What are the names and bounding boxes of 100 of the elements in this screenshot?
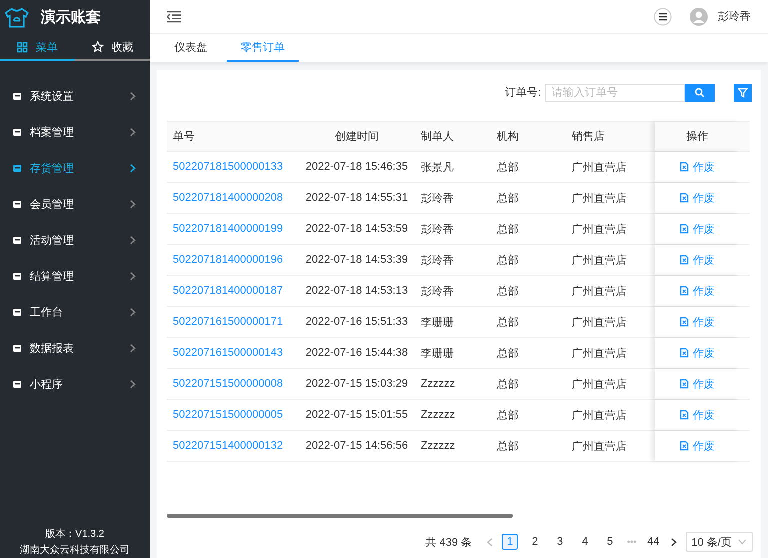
document-icon (680, 162, 689, 172)
chevron-right-icon (130, 92, 136, 100)
table-cell-text: 总部 (497, 222, 520, 236)
table-cell-text: 2022-07-15 14:56:56 (304, 440, 410, 452)
table-cell-text: 彭玲香 (421, 254, 455, 268)
square-icon (13, 200, 22, 208)
order-number-link[interactable]: 502207181400000196 (167, 254, 293, 266)
square-icon (13, 380, 22, 388)
table-cell-text: 总部 (497, 284, 520, 298)
table-cell-text: 广州直营店 (572, 378, 628, 392)
column-header: 操作 (655, 122, 740, 151)
order-number-link[interactable]: 502207151400000132 (167, 440, 293, 452)
table-cell-text: 李珊珊 (421, 316, 455, 330)
table-cell-text: Zzzzzz (421, 409, 456, 421)
table-cell-text: 张景凡 (421, 160, 455, 174)
table-cell-text: 李珊珊 (421, 346, 455, 360)
document-icon (680, 410, 689, 420)
scrollbar-thumb[interactable] (167, 514, 513, 518)
user-name[interactable]: 彭玲香 (718, 9, 751, 24)
page-number[interactable]: 44 (646, 534, 662, 550)
table-cell-text: 2022-07-15 15:03:29 (304, 378, 410, 390)
page-size-select[interactable]: 10 条/页 (686, 532, 753, 552)
menu-item[interactable]: 数据报表 (0, 330, 150, 366)
void-link[interactable]: 作废 (680, 252, 715, 268)
document-icon (680, 286, 689, 296)
void-link[interactable]: 作废 (680, 346, 715, 360)
table-cell-text: 广州直营店 (572, 440, 628, 454)
menu-item[interactable]: 结算管理 (0, 258, 150, 294)
sidebar-tab[interactable]: 菜单 (0, 35, 75, 61)
table-cell-text: 总部 (497, 316, 520, 330)
void-link[interactable]: 作废 (680, 376, 715, 392)
square-icon (13, 128, 22, 136)
collapse-menu-icon[interactable] (167, 10, 181, 22)
void-link[interactable]: 作废 (680, 160, 715, 174)
page-number[interactable]: 4 (577, 534, 594, 550)
menu-item[interactable]: 系统设置 (0, 78, 150, 114)
table-cell-text: Zzzzzz (421, 440, 456, 452)
company-text: 湖南大众云科技有限公司 (20, 544, 130, 557)
page-number[interactable]: 3 (552, 534, 568, 550)
void-link[interactable]: 作废 (680, 190, 715, 206)
table-cell-text: 总部 (497, 408, 520, 422)
menu-item[interactable]: 活动管理 (0, 222, 150, 258)
chevron-right-icon (130, 308, 136, 316)
page-tab[interactable]: 零售订单 (227, 34, 299, 62)
order-number-link[interactable]: 502207181500000133 (167, 161, 293, 173)
table-cell-text: 2022-07-16 15:51:33 (304, 316, 410, 328)
search-button[interactable] (685, 84, 715, 102)
chevron-right-icon (130, 344, 136, 352)
sidebar-tab[interactable]: 收藏 (75, 35, 150, 61)
page-number[interactable]: 1 (502, 534, 518, 550)
page-number[interactable]: 2 (527, 534, 544, 550)
chevron-right-icon (130, 272, 136, 280)
chevron-right-icon (130, 380, 136, 388)
table-cell-text: 2022-07-18 14:53:59 (304, 223, 410, 235)
document-icon (680, 224, 689, 234)
order-number-link[interactable]: 502207181400000208 (167, 192, 293, 204)
table-cell-text: 广州直营店 (572, 346, 628, 360)
filter-button[interactable] (734, 84, 752, 102)
document-icon (680, 379, 689, 389)
table-cell-text: 总部 (497, 346, 520, 360)
order-number-link[interactable]: 502207161500000171 (167, 316, 293, 328)
page-number[interactable]: 5 (602, 534, 618, 550)
previous-page-icon[interactable] (487, 538, 494, 546)
chevron-right-icon (130, 236, 136, 244)
table-cell-text: 广州直营店 (572, 254, 628, 268)
order-number-link[interactable]: 502207181400000199 (167, 223, 293, 235)
table-cell-text: 2022-07-18 15:46:35 (304, 161, 410, 173)
table-cell-text: 彭玲香 (421, 192, 455, 206)
total-count: 共 439 条 (426, 536, 472, 550)
order-number-link[interactable]: 502207151500000008 (167, 378, 293, 390)
order-number-link[interactable]: 502207151500000005 (167, 409, 293, 421)
order-number-link[interactable]: 502207161500000143 (167, 347, 293, 359)
menu-item[interactable]: 存货管理 (0, 150, 150, 186)
next-page-icon[interactable] (670, 538, 677, 546)
void-link[interactable]: 作废 (680, 408, 715, 422)
table-cell-text: 广州直营店 (572, 408, 628, 422)
void-link[interactable]: 作废 (680, 438, 715, 454)
table-cell-text: 总部 (497, 254, 520, 268)
table-cell-text: 彭玲香 (421, 222, 455, 236)
menu-item[interactable]: 档案管理 (0, 114, 150, 150)
menu-icon[interactable] (654, 8, 672, 26)
column-header: 制单人 (421, 130, 455, 144)
order-number-link[interactable]: 502207181400000187 (167, 285, 293, 297)
void-link[interactable]: 作废 (680, 314, 715, 330)
square-icon (13, 92, 22, 100)
void-link[interactable]: 作废 (680, 284, 715, 298)
order-number-field[interactable]: 请输入订单号 (545, 84, 685, 102)
table-cell-text: 总部 (497, 440, 520, 454)
document-icon (680, 193, 689, 203)
menu-item[interactable]: 会员管理 (0, 186, 150, 222)
page-tab[interactable]: 仪表盘 (155, 34, 227, 62)
menu-item[interactable]: 小程序 (0, 366, 150, 402)
column-header: 单号 (172, 130, 196, 144)
more-pages[interactable]: ••• (627, 537, 637, 547)
menu-item[interactable]: 工作台 (0, 294, 150, 330)
chevron-right-icon (130, 164, 136, 172)
avatar-icon[interactable] (690, 8, 708, 26)
table-cell-text: 2022-07-16 15:44:38 (304, 347, 410, 359)
document-icon (680, 348, 689, 358)
void-link[interactable]: 作废 (680, 222, 715, 236)
